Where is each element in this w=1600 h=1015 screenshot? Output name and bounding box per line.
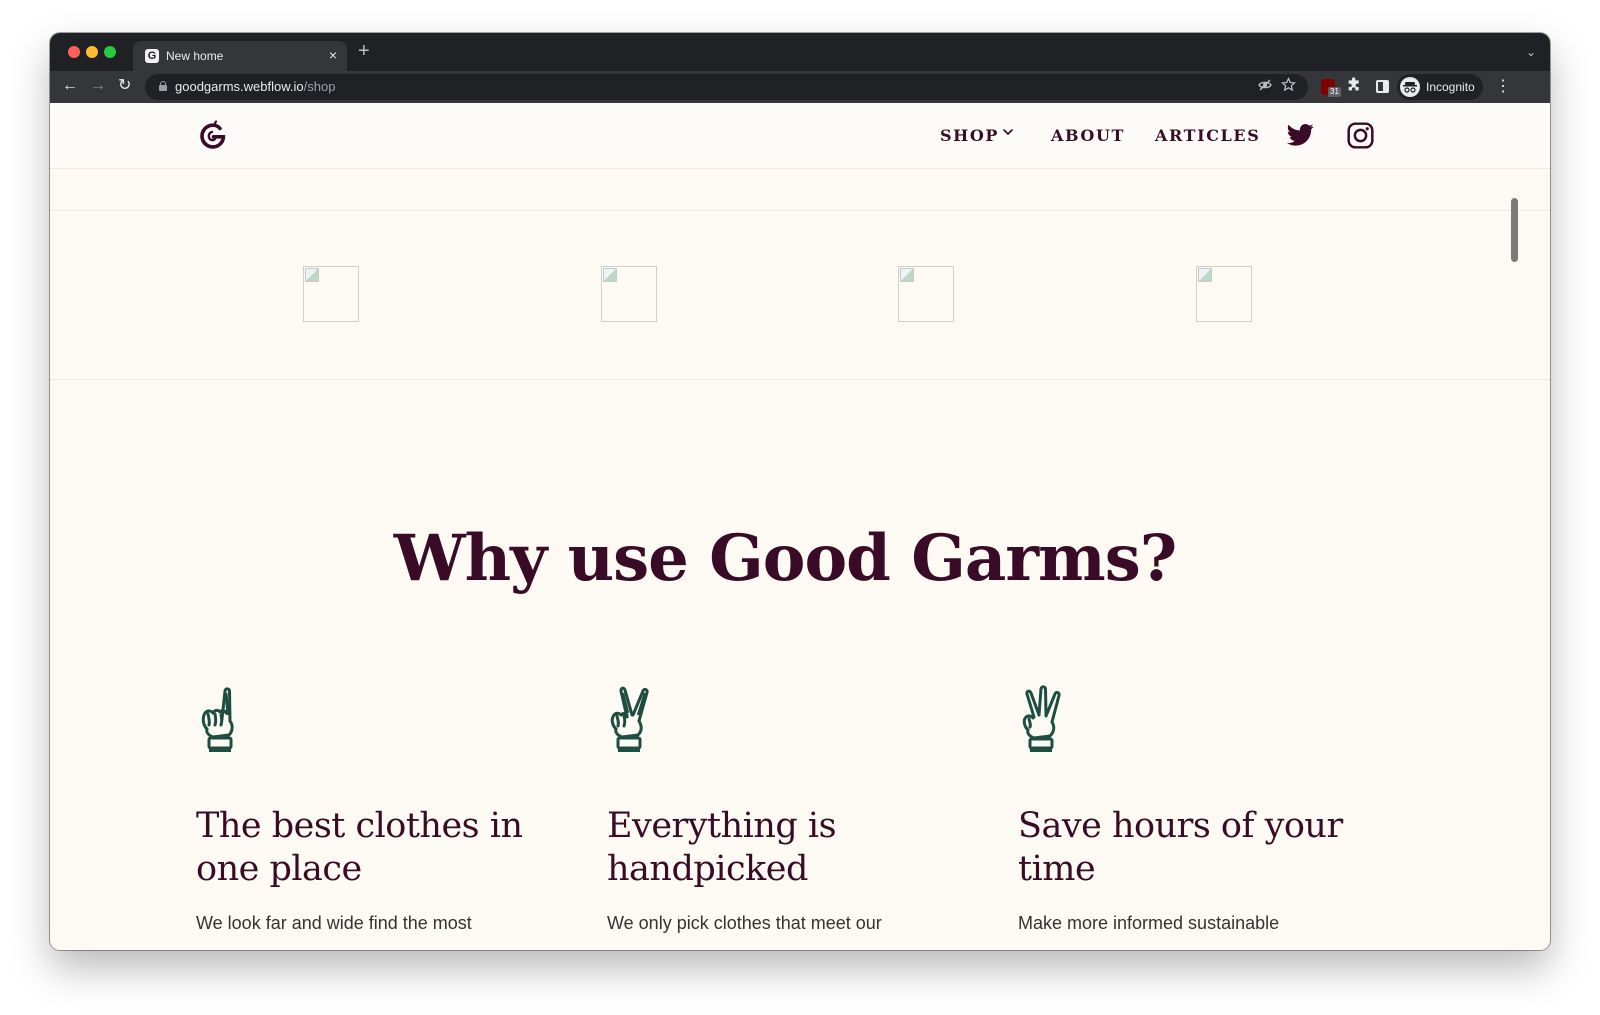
close-window-button[interactable]: [68, 46, 80, 58]
close-tab-icon[interactable]: ×: [329, 47, 337, 63]
one-finger-hand-icon: [201, 687, 234, 752]
feature-description: We only pick clothes that meet our: [607, 913, 882, 933]
two-finger-hand-icon: [610, 686, 649, 752]
tab-new-home[interactable]: G New home ×: [133, 41, 347, 71]
puzzle-icon[interactable]: [1346, 77, 1362, 93]
ublock-badge: 31: [1328, 87, 1341, 97]
reload-icon[interactable]: ↻: [118, 76, 131, 96]
maximize-window-button[interactable]: [104, 46, 116, 58]
star-icon[interactable]: [1281, 77, 1296, 92]
nav-articles[interactable]: ARTICLES: [1155, 126, 1260, 145]
lock-icon[interactable]: [159, 81, 167, 91]
browser-menu-icon[interactable]: ⋮: [1495, 76, 1511, 96]
chevron-down-icon[interactable]: [1003, 127, 1013, 137]
incognito-icon: [1400, 77, 1420, 97]
instagram-icon[interactable]: [1347, 122, 1374, 149]
browser-window: G New home × + ⌄ ← → ↻ goodgarms.webflow…: [50, 33, 1550, 950]
nav-shop[interactable]: SHOP: [940, 126, 999, 145]
divider: [50, 210, 1550, 211]
incognito-indicator[interactable]: Incognito: [1397, 74, 1483, 100]
broken-image[interactable]: [601, 266, 657, 322]
tab-bar: G New home × + ⌄: [50, 33, 1550, 71]
section-title: Why use Good Garms?: [393, 521, 1178, 596]
broken-image[interactable]: [898, 266, 954, 322]
url-path: /shop: [303, 79, 336, 94]
broken-image[interactable]: [1196, 266, 1252, 322]
twitter-icon[interactable]: [1287, 123, 1314, 147]
url-text[interactable]: goodgarms.webflow.io/shop: [175, 79, 335, 94]
url-host: goodgarms.webflow.io: [175, 79, 304, 94]
eye-off-icon[interactable]: [1258, 78, 1272, 92]
nav-about[interactable]: ABOUT: [1051, 126, 1125, 145]
page-viewport: SHOP ABOUT ARTICLES Why use Good Garms?: [50, 103, 1550, 950]
feature-title: Everything is handpicked: [607, 806, 837, 889]
broken-image[interactable]: [303, 266, 359, 322]
three-finger-hand-icon: [1022, 685, 1061, 752]
tab-search-chevron-icon[interactable]: ⌄: [1526, 45, 1536, 59]
tab-title: New home: [166, 49, 224, 63]
feature-title: Save hours of your time: [1018, 806, 1343, 889]
good-garms-logo[interactable]: [196, 119, 230, 153]
incognito-label: Incognito: [1426, 80, 1475, 94]
address-bar[interactable]: goodgarms.webflow.io/shop: [145, 74, 1308, 100]
new-tab-button[interactable]: +: [358, 41, 370, 61]
forward-icon[interactable]: →: [90, 76, 106, 96]
favicon-icon: G: [145, 49, 159, 63]
side-panel-icon[interactable]: [1376, 80, 1389, 93]
scrollbar-thumb[interactable]: [1511, 198, 1518, 262]
divider: [50, 379, 1550, 380]
feature-description: We look far and wide find the most: [196, 913, 472, 933]
browser-toolbar: ← → ↻ goodgarms.webflow.io/shop 31 Incog…: [50, 71, 1550, 103]
feature-title: The best clothes in one place: [196, 806, 523, 889]
minimize-window-button[interactable]: [86, 46, 98, 58]
site-header: SHOP ABOUT ARTICLES: [50, 103, 1550, 169]
back-icon[interactable]: ←: [62, 76, 78, 96]
feature-description: Make more informed sustainable: [1018, 913, 1280, 933]
